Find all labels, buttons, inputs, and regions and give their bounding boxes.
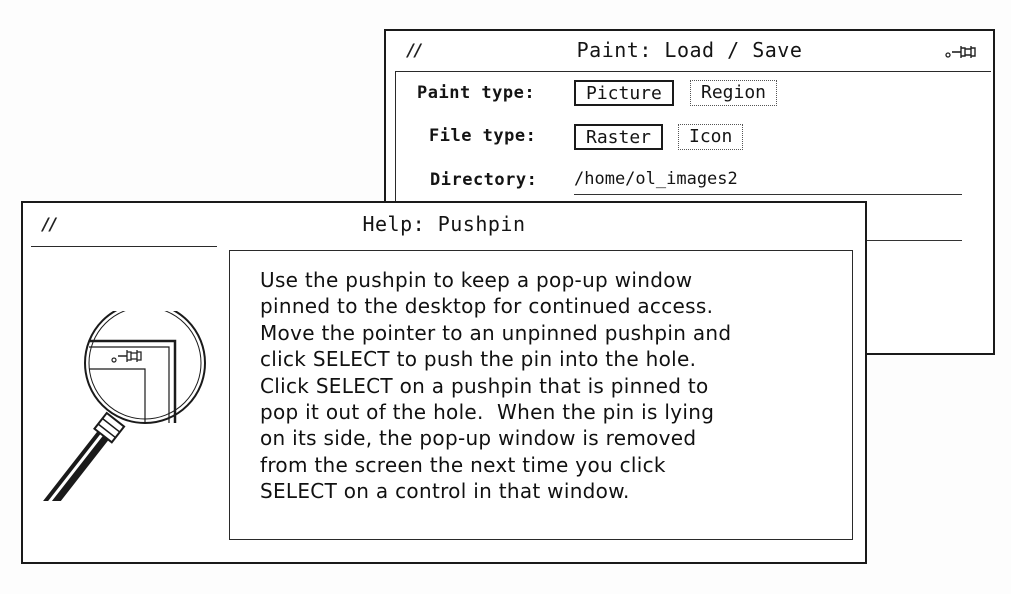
file-type-label: File type: <box>429 126 537 146</box>
help-window-title: Help: Pushpin <box>362 212 526 236</box>
help-text-line: click SELECT to push the pin into the ho… <box>260 347 697 372</box>
file-field-underline <box>866 240 962 241</box>
help-text-line: Move the pointer to an unpinned pushpin … <box>260 320 732 345</box>
paint-type-picture[interactable]: Picture <box>574 80 674 106</box>
title-divider <box>31 246 217 247</box>
file-type-icon[interactable]: Icon <box>678 124 744 150</box>
help-text-line: SELECT on a control in that window. <box>260 479 630 504</box>
help-pushpin-window: // Help: Pushpin Use the pushpin to keep… <box>21 201 867 564</box>
file-type-raster[interactable]: Raster <box>574 124 664 150</box>
paint-title-bar[interactable]: // Paint: Load / Save <box>386 31 993 73</box>
help-text: Use the pushpin to keep a pop-up window … <box>260 267 731 505</box>
directory-field[interactable]: /home/ol_images2 <box>574 169 738 189</box>
help-text-line: pinned to the desktop for continued acce… <box>260 294 714 319</box>
help-text-line: from the screen the next time you click <box>260 452 666 477</box>
help-text-line: Use the pushpin to keep a pop-up window <box>260 268 693 292</box>
directory-underline <box>574 194 962 195</box>
magnifying-glass-icon <box>27 302 227 524</box>
paint-type-region[interactable]: Region <box>690 80 778 106</box>
pushpin-icon[interactable] <box>945 43 979 65</box>
help-text-line: Click SELECT on a pushpin that is pinned… <box>260 373 709 398</box>
paint-type-label: Paint type: <box>417 83 536 103</box>
help-text-line: on its side, the pop-up window is remove… <box>260 426 697 451</box>
paint-window-title: Paint: Load / Save <box>576 38 803 62</box>
directory-label: Directory: <box>430 170 538 190</box>
help-text-box: Use the pushpin to keep a pop-up window … <box>229 250 853 540</box>
help-text-line: pop it out of the hole. When the pin is … <box>260 400 715 425</box>
